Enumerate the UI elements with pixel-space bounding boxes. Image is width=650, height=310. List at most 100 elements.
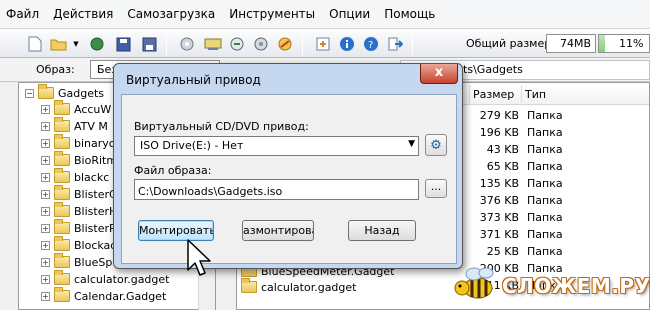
tree-item-label: BlisterR [74, 221, 117, 235]
menu-tools[interactable]: Инструменты [229, 7, 315, 21]
expand-icon[interactable]: + [41, 155, 50, 165]
new-icon[interactable] [26, 35, 44, 53]
image-file-input[interactable] [134, 179, 419, 200]
folder-icon [54, 219, 70, 234]
file-size-cell: 376 KB [479, 194, 519, 207]
info-icon[interactable] [338, 35, 356, 53]
tree-item[interactable]: + binaryc [41, 134, 115, 151]
tree-item[interactable]: + AccuW [41, 100, 112, 117]
toolbar-separator [302, 33, 303, 55]
menu-file[interactable]: Файл [6, 7, 39, 21]
svg-text:?: ? [368, 40, 373, 51]
tree-item-label: calculator.gadget [74, 272, 170, 286]
file-size-cell: 25 KB [486, 245, 519, 258]
save-icon[interactable] [114, 35, 132, 53]
close-button[interactable]: x [420, 64, 458, 84]
tree-item-label: BlisterH [74, 204, 118, 218]
tree-item[interactable]: + Blockad [41, 236, 118, 253]
file-type-cell: Папка [527, 228, 563, 241]
tree-item[interactable]: + BlisterC [41, 185, 117, 202]
menu-options[interactable]: Опции [329, 7, 370, 21]
virtual-drive-dialog: Виртуальный привод x Виртуальный CD/DVD … [113, 63, 463, 269]
column-type[interactable]: Тип [525, 88, 546, 101]
file-size-cell: 371 KB [479, 228, 519, 241]
tree-item[interactable]: + BlisterH [41, 202, 118, 219]
bootable-icon[interactable] [276, 35, 294, 53]
extract-icon[interactable] [88, 35, 106, 53]
expand-icon[interactable]: + [41, 189, 50, 199]
size-progress-bar: 11% [598, 34, 650, 53]
help-icon[interactable]: ? [362, 35, 380, 53]
expand-icon[interactable]: + [41, 104, 50, 114]
expand-icon[interactable]: + [41, 257, 50, 267]
file-size-cell: 43 KB [486, 143, 519, 156]
back-button[interactable]: Назад [348, 220, 416, 241]
burn-icon[interactable] [178, 35, 196, 53]
folder-icon [54, 100, 70, 115]
file-type-cell: Папка [527, 194, 563, 207]
open-icon[interactable] [50, 35, 68, 53]
tree-item[interactable]: + BlisterR [41, 219, 117, 236]
tree-item-label: blackc [74, 170, 110, 184]
file-size-cell: 196 KB [479, 126, 519, 139]
compress-icon[interactable] [228, 35, 246, 53]
virtual-drive-icon[interactable] [204, 35, 222, 53]
expand-icon[interactable]: + [41, 138, 50, 148]
mount-icon[interactable] [252, 35, 270, 53]
list-item[interactable]: calculator.gadget [241, 278, 357, 295]
folder-icon [54, 151, 70, 166]
browse-button[interactable]: ... [425, 179, 447, 198]
expand-icon[interactable]: + [41, 291, 50, 301]
total-size-label: Общий размер: [466, 37, 555, 50]
list-item-name: calculator.gadget [261, 280, 357, 294]
chevron-down-icon[interactable]: ▼ [408, 139, 415, 149]
drive-select[interactable]: ISO Drive(E:) - Нет ▼ [134, 136, 419, 156]
dialog-body: Виртуальный CD/DVD привод: ISO Drive(E:)… [121, 94, 457, 264]
tree-root[interactable]: − Gadgets [25, 84, 104, 101]
file-size-cell: 135 KB [479, 177, 519, 190]
bee-logo-icon [454, 267, 494, 299]
toolbar-separator [412, 33, 413, 55]
tree-item[interactable]: + BioRitm [41, 151, 118, 168]
folder-icon [54, 270, 70, 285]
tree-item-label: BioRitm [74, 153, 118, 167]
tree-item[interactable]: + BlueSp [41, 253, 112, 270]
menu-actions[interactable]: Действия [53, 7, 113, 21]
tree-item-label: Blockad [74, 238, 118, 252]
menu-help[interactable]: Помощь [384, 7, 435, 21]
chevron-down-icon[interactable]: ▼ [67, 35, 85, 53]
expand-icon[interactable]: + [41, 223, 50, 233]
mouse-cursor-icon [187, 239, 211, 276]
tree-item[interactable]: + blackc [41, 168, 110, 185]
expand-icon[interactable]: + [41, 172, 50, 182]
collapse-icon[interactable]: − [25, 88, 34, 98]
folder-icon [241, 278, 257, 293]
exit-icon[interactable] [386, 35, 404, 53]
options-icon[interactable] [314, 35, 332, 53]
menu-autoload[interactable]: Самозагрузка [127, 7, 215, 21]
file-size-cell: 373 KB [479, 211, 519, 224]
drive-settings-button[interactable]: ⚙ [425, 134, 447, 156]
tree-item[interactable]: + Calendar.Gadget [41, 287, 166, 304]
folder-icon [54, 287, 70, 302]
column-separator [469, 85, 470, 103]
file-type-cell: Папка [527, 160, 563, 173]
save-as-icon[interactable] [140, 35, 158, 53]
drive-select-value: ISO Drive(E:) - Нет [140, 139, 244, 152]
tree-item-label: AccuW [74, 102, 112, 116]
file-type-cell: Папка [527, 143, 563, 156]
column-size[interactable]: Размер [473, 88, 514, 101]
expand-icon[interactable]: + [41, 206, 50, 216]
folder-icon [54, 202, 70, 217]
expand-icon[interactable]: + [41, 121, 50, 131]
watermark-text: СЛОЖЕМ.РУ [502, 274, 650, 298]
file-type-cell: Папка [527, 126, 563, 139]
unmount-button[interactable]: азмонтирова [242, 220, 314, 241]
file-type-cell: Папка [527, 109, 563, 122]
file-type-cell: Папка [527, 177, 563, 190]
tree-item[interactable]: + calculator.gadget [41, 270, 170, 287]
expand-icon[interactable]: + [41, 240, 50, 250]
tree-item[interactable]: + ATV M [41, 117, 108, 134]
tree-item-label: ATV M [74, 119, 108, 133]
expand-icon[interactable]: + [41, 274, 50, 284]
